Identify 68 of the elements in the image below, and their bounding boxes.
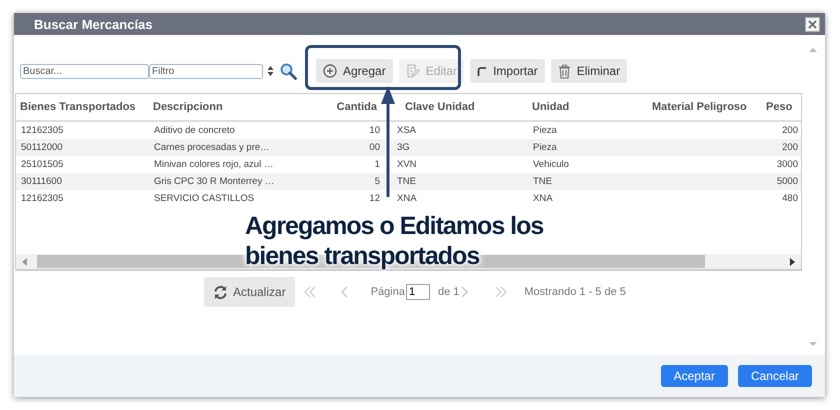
refresh-button[interactable]: Actualizar: [204, 277, 295, 307]
table-cell-text: XNA: [532, 193, 554, 204]
previous-page-icon[interactable]: [338, 285, 349, 299]
table-cell-text: XVN: [396, 159, 418, 170]
table-cell-text: 480: [781, 193, 799, 204]
column-header[interactable]: Material Peligroso: [648, 101, 763, 113]
page-count: de 1: [438, 286, 460, 298]
page-field[interactable]: 1: [406, 284, 430, 300]
scroll-left-icon[interactable]: [22, 258, 28, 266]
filter-field[interactable]: Filtro: [149, 64, 263, 78]
table-cell-text: 1: [374, 159, 381, 170]
table-cell-text: 12162305: [20, 125, 64, 136]
search-field[interactable]: Buscar...: [20, 64, 149, 78]
next-page-icon[interactable]: [460, 285, 470, 299]
table-cell-text: 5000: [776, 176, 799, 187]
last-page-icon[interactable]: [494, 285, 508, 299]
table-cell-text: 00: [368, 142, 381, 153]
trash-icon: [558, 64, 571, 78]
spinner-icon[interactable]: [267, 65, 274, 77]
scroll-up-icon[interactable]: [809, 47, 817, 53]
table-cell-text: 3G: [396, 142, 411, 153]
table-cell-text: XNA: [396, 193, 418, 204]
add-button[interactable]: Agregar: [316, 59, 393, 83]
table-cell-text: 200: [781, 142, 799, 153]
table-cell-text: TNE: [532, 176, 553, 187]
table-cell-text: Pieza: [532, 125, 558, 136]
table-cell-text: 12162305: [20, 193, 64, 204]
record-summary: Mostrando 1 - 5 de 5: [524, 286, 626, 298]
table-cell-text: Pieza: [532, 142, 558, 153]
close-button[interactable]: [805, 16, 820, 32]
column-header[interactable]: Bienes Transportados: [16, 101, 149, 113]
table-cell-text: 30111600: [20, 176, 63, 187]
table-cell-text: 5: [374, 176, 381, 187]
table-cell-text: 25101505: [20, 159, 64, 170]
scroll-down-icon[interactable]: [809, 341, 817, 347]
search-icon[interactable]: [280, 62, 297, 80]
column-header[interactable]: Clave Unidad: [383, 101, 528, 113]
corner-icon: [477, 66, 488, 76]
table-cell-text: 50112000: [20, 142, 64, 153]
table-cell-text: Carnes procesadas y pre…: [153, 142, 271, 153]
window-title: Buscar Mercancías: [34, 16, 153, 32]
annotation-text: Agregamos o Editamos los bienes transportados: [245, 211, 544, 271]
delete-button[interactable]: Eliminar: [550, 59, 628, 83]
table-cell-text: 3000: [776, 159, 799, 170]
edit-document-icon: [406, 64, 420, 78]
refresh-icon: [213, 284, 228, 300]
close-icon: [808, 20, 817, 28]
footer-button[interactable]: Aceptar: [660, 365, 728, 387]
table-cell-text: SERVICIO CASTILLOS: [153, 193, 256, 204]
column-header[interactable]: Cantida: [329, 101, 383, 113]
table-cell-text: Minivan colores rojo, azul …: [153, 159, 274, 170]
column-header[interactable]: Descripcionn: [149, 101, 329, 113]
table-cell-text: Aditivo de concreto: [153, 125, 236, 136]
table-cell-text: Gris CPC 30 R Monterrey …: [153, 176, 276, 187]
table-cell-text: XSA: [396, 125, 418, 136]
scroll-right-icon[interactable]: [789, 258, 795, 266]
table-cell-text: TNE: [396, 176, 417, 187]
import-button[interactable]: Importar: [470, 59, 545, 83]
table-cell-text: 10: [368, 125, 381, 136]
column-header[interactable]: Peso: [763, 101, 801, 113]
table-cell-text: 200: [781, 125, 799, 136]
first-page-icon[interactable]: [302, 285, 317, 299]
table-cell-text: 12: [368, 193, 381, 204]
page-label: Página: [370, 286, 405, 298]
plus-circle-icon: [323, 64, 337, 78]
footer-button[interactable]: Cancelar: [738, 365, 812, 387]
table-cell-text: Vehiculo: [532, 159, 570, 170]
column-header[interactable]: Unidad: [528, 101, 648, 113]
